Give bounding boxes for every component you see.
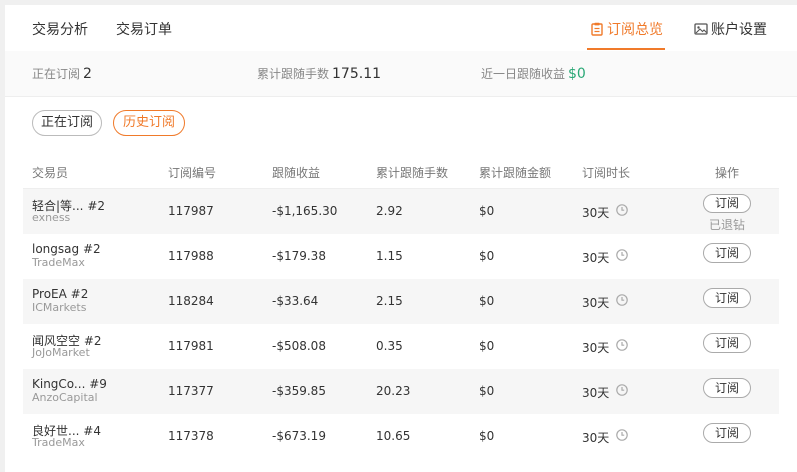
table-row: longsag #2 TradeMax 117988 -$179.38 1.15 $0 30…: [23, 234, 779, 279]
duration: 30天: [582, 431, 610, 445]
broker-name: TradeMax: [32, 436, 85, 449]
trader-number: #4: [83, 424, 101, 438]
clock-icon[interactable]: [616, 249, 628, 261]
subscription-id: 118284: [168, 294, 214, 308]
total-amount: $0: [479, 429, 495, 443]
header-subscription-id: 订阅编号: [168, 166, 217, 180]
tab-trade-analysis[interactable]: 交易分析: [32, 19, 88, 39]
stats-bar: 正在订阅 2 累计跟随手数 175.11 近一日跟随收益 $0: [5, 51, 797, 97]
subscription-id: 117378: [168, 429, 214, 443]
table-row: ProEA #2 ICMarkets 118284 -$33.64 2.15 $0 30天 订…: [23, 279, 779, 324]
stat-daily-profit-label: 近一日跟随收益: [481, 67, 566, 81]
total-lots: 2.15: [376, 294, 403, 308]
trader-name-text: KingCo...: [32, 377, 86, 391]
table-row: 轻合|等... #2 exness 117987 -$1,165.30 2.92 $0 30…: [23, 189, 779, 234]
filter-history-subscriptions[interactable]: 历史订阅: [113, 110, 185, 136]
total-amount: $0: [479, 249, 495, 263]
stat-daily-profit: 近一日跟随收益 $0: [481, 65, 586, 82]
total-lots: 2.92: [376, 204, 403, 218]
subscription-id: 117981: [168, 339, 214, 353]
trader-name[interactable]: longsag #2: [32, 242, 101, 256]
status-text: 已退钻: [709, 218, 746, 232]
header-total-lots: 累计跟随手数: [376, 166, 449, 180]
stat-subscribing-label: 正在订阅: [32, 67, 81, 81]
top-nav: 交易分析 交易订单 订阅总览 账户设置: [5, 5, 797, 52]
header-total-amount: 累计跟随金额: [479, 166, 552, 180]
stat-total-lots-label: 累计跟随手数: [257, 67, 330, 81]
tab-subscription-overview[interactable]: 订阅总览: [590, 19, 663, 39]
broker-name: TradeMax: [32, 256, 85, 269]
duration: 30天: [582, 251, 610, 265]
total-amount: $0: [479, 204, 495, 218]
stat-total-lots-value: 175.11: [332, 66, 382, 82]
broker-name: ICMarkets: [32, 301, 87, 314]
header-duration: 订阅时长: [582, 166, 631, 180]
stat-subscribing-value: 2: [83, 66, 92, 82]
follow-profit: -$359.85: [272, 384, 326, 398]
subscription-table: 交易员 订阅编号 跟随收益 累计跟随手数 累计跟随金额 订阅时长 操作 轻合|等…: [23, 153, 779, 459]
stat-total-lots: 累计跟随手数 175.11: [257, 65, 381, 82]
follow-profit: -$673.19: [272, 429, 326, 443]
trader-name-text: longsag: [32, 242, 80, 256]
table-row: 闻风空空 #2 JoJoMarket 117981 -$508.08 0.35 $0 30天…: [23, 324, 779, 369]
subscribe-button[interactable]: 订阅: [703, 288, 751, 308]
total-amount: $0: [479, 384, 495, 398]
subscribe-button[interactable]: 订阅: [703, 423, 751, 443]
subscribe-button[interactable]: 订阅: [703, 243, 751, 263]
broker-name: exness: [32, 211, 71, 224]
follow-profit: -$33.64: [272, 294, 319, 308]
stat-daily-profit-value: $0: [568, 66, 586, 82]
trader-name[interactable]: KingCo... #9: [32, 377, 107, 391]
table-row: 良好世... #4 TradeMax 117378 -$673.19 10.65 $0 30…: [23, 414, 779, 459]
clock-icon[interactable]: [616, 339, 628, 351]
header-follow-profit: 跟随收益: [272, 166, 321, 180]
subscription-id: 117987: [168, 204, 214, 218]
page-card: 交易分析 交易订单 订阅总览 账户设置 正在订阅 2 累计跟随手数 175.11…: [5, 5, 797, 472]
table-row: KingCo... #9 AnzoCapital 117377 -$359.85 20.…: [23, 369, 779, 414]
trader-name[interactable]: ProEA #2: [32, 287, 88, 301]
trader-number: #2: [70, 287, 89, 301]
clock-icon[interactable]: [616, 384, 628, 396]
active-tab-indicator: [587, 48, 665, 50]
total-lots: 1.15: [376, 249, 403, 263]
follow-profit: -$1,165.30: [272, 204, 338, 218]
filter-current-subscriptions[interactable]: 正在订阅: [32, 110, 102, 136]
trader-number: #9: [89, 377, 107, 391]
tab-trade-orders[interactable]: 交易订单: [116, 19, 172, 39]
stat-subscribing: 正在订阅 2: [32, 65, 92, 82]
clock-icon[interactable]: [616, 294, 628, 306]
broker-name: JoJoMarket: [32, 346, 90, 359]
total-amount: $0: [479, 339, 495, 353]
follow-profit: -$179.38: [272, 249, 326, 263]
clock-icon[interactable]: [616, 429, 628, 441]
duration: 30天: [582, 386, 610, 400]
total-lots: 20.23: [376, 384, 411, 398]
clipboard-icon: [591, 22, 603, 36]
subscription-id: 117377: [168, 384, 214, 398]
header-trader: 交易员: [32, 166, 69, 180]
follow-profit: -$508.08: [272, 339, 326, 353]
total-amount: $0: [479, 294, 495, 308]
subscribe-button[interactable]: 订阅: [703, 194, 751, 213]
trader-number: #2: [82, 242, 101, 256]
duration: 30天: [582, 341, 610, 355]
image-settings-icon: [694, 23, 708, 35]
tab-subscription-overview-label: 订阅总览: [607, 22, 663, 38]
total-lots: 10.65: [376, 429, 411, 443]
trader-number: #2: [87, 199, 106, 213]
trader-name-text: ProEA: [32, 287, 67, 301]
subscription-id: 117988: [168, 249, 214, 263]
tab-account-settings-label: 账户设置: [711, 22, 767, 38]
header-action: 操作: [715, 166, 740, 180]
duration: 30天: [582, 296, 610, 310]
subscribe-button[interactable]: 订阅: [703, 333, 751, 353]
table-header: 交易员 订阅编号 跟随收益 累计跟随手数 累计跟随金额 订阅时长 操作: [23, 153, 779, 189]
clock-icon[interactable]: [616, 204, 628, 216]
subscribe-button[interactable]: 订阅: [703, 378, 751, 398]
total-lots: 0.35: [376, 339, 403, 353]
broker-name: AnzoCapital: [32, 391, 98, 404]
duration: 30天: [582, 206, 610, 220]
tab-account-settings[interactable]: 账户设置: [694, 19, 767, 39]
